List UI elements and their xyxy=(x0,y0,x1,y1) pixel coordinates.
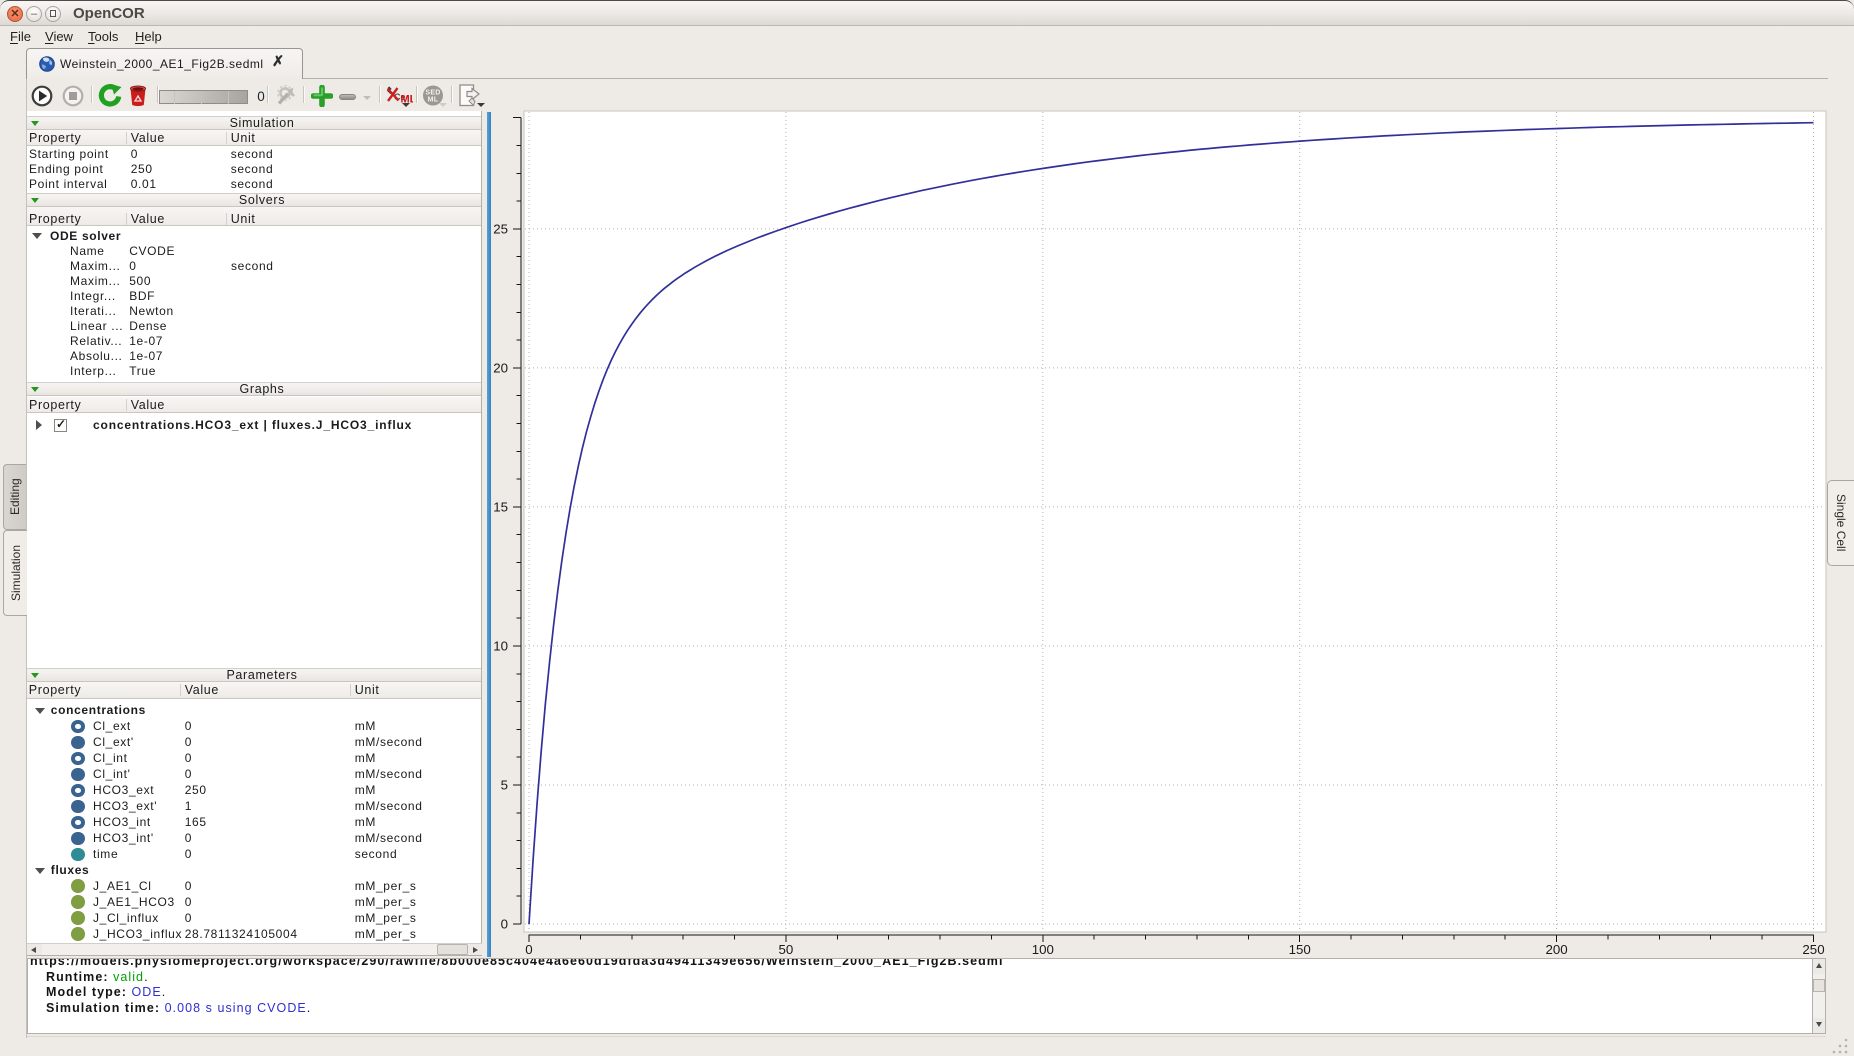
svg-text:15: 15 xyxy=(493,499,508,514)
svg-text:150: 150 xyxy=(1289,942,1311,957)
svg-text:20: 20 xyxy=(493,360,508,375)
svg-text:25: 25 xyxy=(493,221,508,236)
svg-text:250: 250 xyxy=(1802,942,1824,957)
svg-text:SED: SED xyxy=(425,90,440,97)
svg-text:5: 5 xyxy=(501,778,508,793)
svg-text:ML: ML xyxy=(428,97,439,104)
svg-text:200: 200 xyxy=(1546,942,1568,957)
svg-text:50: 50 xyxy=(779,942,794,957)
svg-text:100: 100 xyxy=(1032,942,1054,957)
svg-text:10: 10 xyxy=(493,639,508,654)
svg-text:0: 0 xyxy=(525,942,532,957)
svg-text:0: 0 xyxy=(501,917,508,932)
